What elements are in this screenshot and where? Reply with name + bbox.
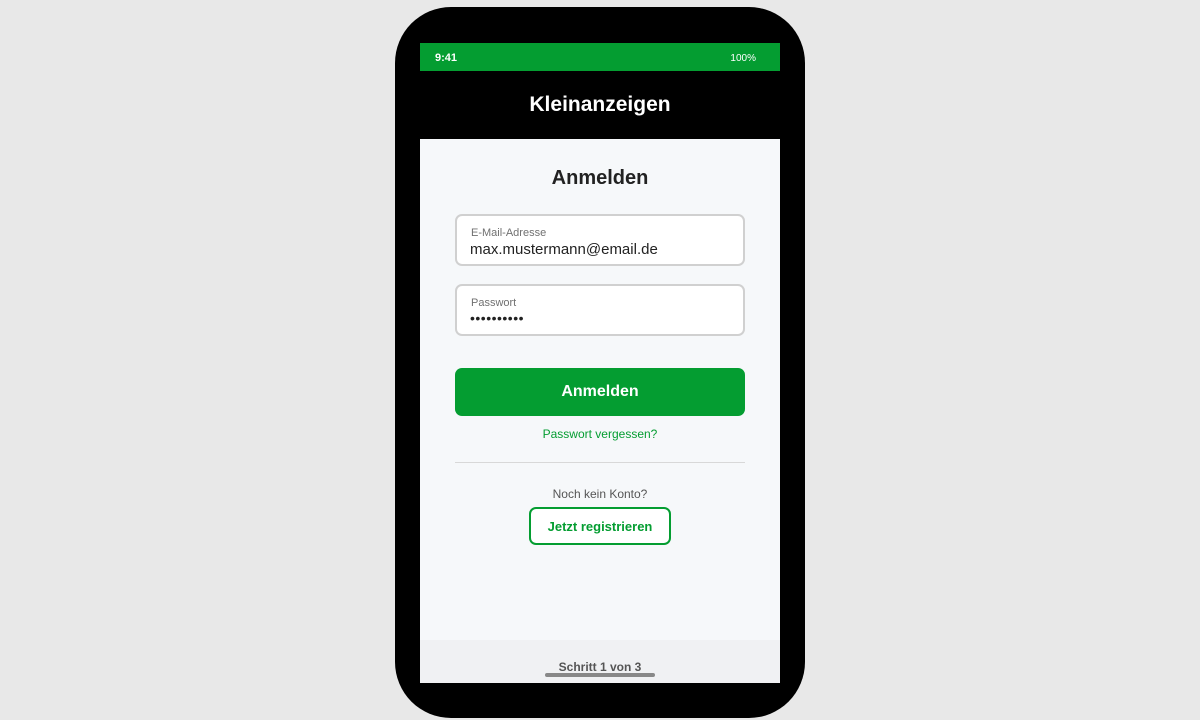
phone-screen: 9:41 100% Kleinanzeigen Anmelden E-Mail-… — [420, 43, 780, 683]
login-button[interactable]: Anmelden — [455, 368, 745, 416]
status-bar: 9:41 100% — [420, 43, 780, 71]
step-indicator: Schritt 1 von 3 — [558, 660, 642, 674]
password-input[interactable] — [470, 310, 732, 326]
home-indicator — [545, 673, 655, 677]
app-stage: 9:41 100% Kleinanzeigen Anmelden E-Mail-… — [0, 0, 1200, 720]
forgot-password-link[interactable]: Passwort vergessen? — [420, 427, 780, 441]
no-account-text: Noch kein Konto? — [552, 487, 648, 501]
password-field[interactable]: Passwort — [455, 284, 745, 336]
email-field[interactable]: E-Mail-Adresse — [455, 214, 745, 266]
app-title: Kleinanzeigen — [529, 93, 671, 116]
password-field-label: Passwort — [471, 297, 517, 309]
app-header: Kleinanzeigen — [420, 71, 780, 139]
email-field-label: E-Mail-Adresse — [471, 227, 547, 239]
page-title: Anmelden — [551, 167, 649, 189]
email-input[interactable] — [470, 241, 732, 258]
phone-frame: 9:41 100% Kleinanzeigen Anmelden E-Mail-… — [395, 7, 805, 718]
register-button[interactable]: Jetzt registrieren — [529, 507, 671, 545]
login-content: Anmelden E-Mail-Adresse Passwort Anmelde… — [420, 139, 780, 640]
status-time: 9:41 — [435, 52, 458, 64]
bottom-bar: Schritt 1 von 3 — [420, 640, 780, 683]
battery-level: 100% — [730, 53, 756, 64]
divider — [455, 462, 745, 463]
